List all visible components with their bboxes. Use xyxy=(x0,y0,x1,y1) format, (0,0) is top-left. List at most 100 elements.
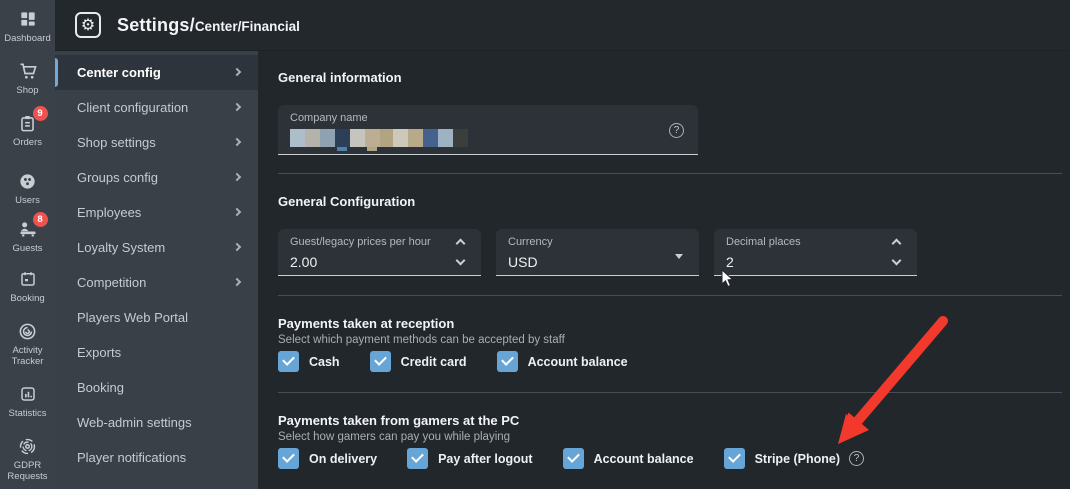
sidebar-item-players-web-portal[interactable]: Players Web Portal xyxy=(55,300,258,335)
rail-label: Guests xyxy=(12,243,43,254)
checkbox-label: Cash xyxy=(309,354,340,369)
sidebar-item-booking[interactable]: Booking xyxy=(55,370,258,405)
section-subtitle-payments-pc: Select how gamers can pay you while play… xyxy=(278,431,511,443)
chevron-up-icon xyxy=(891,238,902,249)
sidebar-item-label: Web-admin settings xyxy=(77,415,192,430)
checkbox-on-delivery: On delivery xyxy=(278,448,377,469)
chevron-right-icon xyxy=(232,277,242,286)
stepper-down-button[interactable] xyxy=(453,255,469,269)
company-name-redacted-value xyxy=(290,129,468,151)
app-window: { "header": { "title_primary": "Settings… xyxy=(0,0,1070,489)
clipboard-icon: 9 xyxy=(17,106,48,134)
sidebar-item-exports[interactable]: Exports xyxy=(55,335,258,370)
stepper-up-button[interactable] xyxy=(453,235,469,249)
checkbox-checked-icon[interactable] xyxy=(496,351,518,372)
guests-badge: 8 xyxy=(32,212,48,227)
checkbox-checked-icon[interactable] xyxy=(278,448,299,469)
reception-payment-options: Cash Credit card Account balance xyxy=(278,351,658,372)
calendar-icon xyxy=(17,268,39,290)
chevron-right-icon xyxy=(232,172,242,181)
rail-label: Dashboard xyxy=(4,33,51,44)
currency-select[interactable]: Currency USD xyxy=(496,229,699,276)
sidebar-item-competition[interactable]: Competition xyxy=(55,265,258,300)
chevron-right-icon xyxy=(232,67,242,76)
rail-item-statistics[interactable]: Statistics xyxy=(0,383,55,419)
stepper xyxy=(453,235,469,271)
rail-label: Statistics xyxy=(8,408,47,419)
rail-item-booking[interactable]: Booking xyxy=(0,268,55,304)
rail-label: GDPR Requests xyxy=(7,460,48,482)
checkbox-checked-icon[interactable] xyxy=(407,448,429,469)
field-value: USD xyxy=(508,254,538,270)
sidebar-item-label: Player notifications xyxy=(77,450,187,465)
sidebar-item-web-admin-settings[interactable]: Web-admin settings xyxy=(55,405,258,440)
rail-item-orders[interactable]: 9 Orders xyxy=(0,106,55,148)
rail-item-activity-tracker[interactable]: Activity Tracker xyxy=(0,320,55,367)
page-header: ⚙ Settings/ Center/Financial xyxy=(55,0,1070,51)
settings-gear-icon: ⚙ xyxy=(75,12,101,38)
checkbox-label: Stripe (Phone) xyxy=(754,451,841,466)
checkbox-account-balance: Account balance xyxy=(496,351,628,372)
cart-icon xyxy=(17,60,39,82)
section-title-general-information: General information xyxy=(278,70,402,85)
help-icon[interactable]: ? xyxy=(849,451,865,466)
sidebar-item-groups-config[interactable]: Groups config xyxy=(55,160,258,195)
chevron-down-icon xyxy=(455,255,466,266)
sidebar-item-label: Center config xyxy=(77,65,161,80)
page-subtitle: Center/Financial xyxy=(194,18,300,34)
sidebar-item-client-configuration[interactable]: Client configuration xyxy=(55,90,258,125)
sidebar-item-label: Employees xyxy=(77,205,142,220)
sidebar-item-label: Booking xyxy=(77,380,124,395)
chevron-up-icon xyxy=(455,238,466,249)
stepper-up-button[interactable] xyxy=(889,235,905,249)
decimal-places-field[interactable]: Decimal places 2 xyxy=(714,229,917,276)
settings-content: General information Company name ? Gener… xyxy=(258,51,1070,489)
rail-item-dashboard[interactable]: Dashboard xyxy=(0,8,55,44)
checkbox-pay-after-logout: Pay after logout xyxy=(407,448,533,469)
sidebar-item-player-notifications[interactable]: Player notifications xyxy=(55,440,258,475)
checkbox-checked-icon[interactable] xyxy=(278,351,299,372)
sidebar-item-shop-settings[interactable]: Shop settings xyxy=(55,125,258,160)
checkbox-label: Account balance xyxy=(593,451,694,466)
rail-label: Activity Tracker xyxy=(11,345,44,367)
checkbox-credit-card: Credit card xyxy=(369,351,467,372)
sidebar-item-loyalty-system[interactable]: Loyalty System xyxy=(55,230,258,265)
rail-item-shop[interactable]: Shop xyxy=(0,60,55,96)
checkbox-cash: Cash xyxy=(278,351,340,372)
rail-label: Shop xyxy=(16,85,39,96)
checkbox-label: Pay after logout xyxy=(438,451,533,466)
stepper-down-button[interactable] xyxy=(889,255,905,269)
chevron-right-icon xyxy=(232,137,242,146)
rail-label: Users xyxy=(15,195,40,206)
guest-prices-per-hour-field[interactable]: Guest/legacy prices per hour 2.00 xyxy=(278,229,481,276)
section-divider xyxy=(278,173,1062,174)
sidebar-item-label: Exports xyxy=(77,345,122,360)
sidebar-item-center-config[interactable]: Center config xyxy=(52,55,258,90)
checkbox-stripe-phone: Stripe (Phone) ? xyxy=(723,448,865,469)
checkbox-checked-icon[interactable] xyxy=(562,448,584,469)
rail-item-guests[interactable]: 8 Guests xyxy=(0,212,55,254)
chevron-down-icon xyxy=(891,255,902,266)
section-title-general-configuration: General Configuration xyxy=(278,194,416,209)
checkbox-account-balance-pc: Account balance xyxy=(562,448,694,469)
dropdown-caret-icon xyxy=(675,254,683,259)
checkbox-checked-icon[interactable] xyxy=(369,351,391,372)
section-subtitle-payments-reception: Select which payment methods can be acce… xyxy=(278,334,565,346)
checkbox-label: Credit card xyxy=(400,354,467,369)
rail-item-users[interactable]: Users xyxy=(0,170,55,206)
checkbox-label: On delivery xyxy=(309,451,378,466)
section-divider xyxy=(278,295,1062,296)
sidebar-item-employees[interactable]: Employees xyxy=(55,195,258,230)
company-name-field[interactable]: Company name ? xyxy=(278,105,698,155)
sidebar-item-label: Shop settings xyxy=(77,135,156,150)
orders-badge: 9 xyxy=(32,106,48,121)
pc-payment-options: On delivery Pay after logout Account bal… xyxy=(278,448,894,469)
statistics-icon xyxy=(17,383,39,405)
rail-item-gdpr-requests[interactable]: GDPR Requests xyxy=(0,435,55,482)
field-value: 2 xyxy=(726,254,734,270)
stepper xyxy=(889,235,905,271)
chevron-right-icon xyxy=(232,207,242,216)
checkbox-checked-icon[interactable] xyxy=(723,448,745,469)
help-icon[interactable]: ? xyxy=(669,123,684,138)
sidebar-item-label: Competition xyxy=(77,275,147,290)
